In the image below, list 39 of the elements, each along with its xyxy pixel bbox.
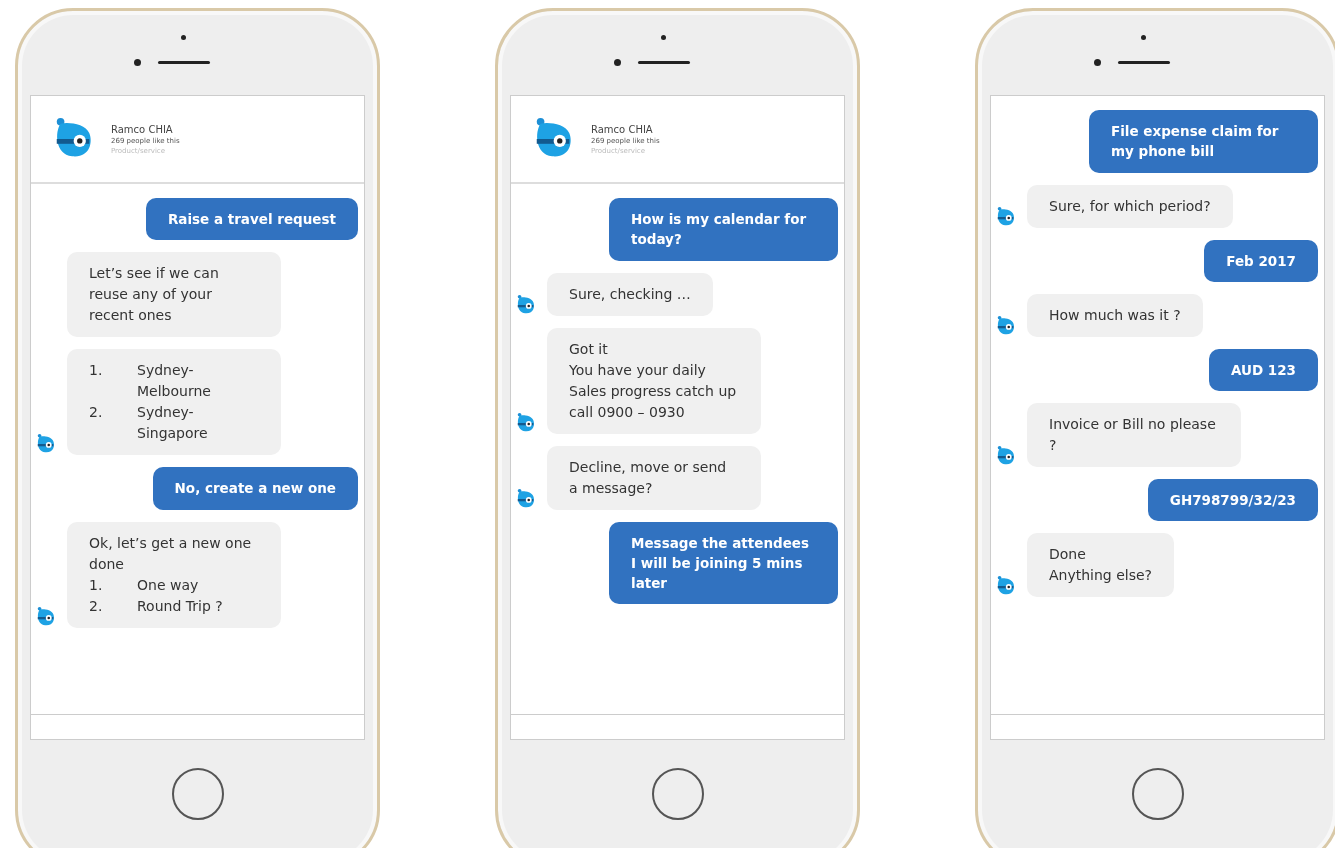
robot-icon [35,605,57,628]
page-name: Ramco CHIA [591,123,654,135]
user-message: Message the attendees I will be joining 5 mins later [609,521,838,605]
bot-message: Done Anything else? [1027,533,1175,598]
robot-icon [995,314,1017,337]
home-button[interactable] [651,768,704,820]
user-message: Raise a travel request [145,198,358,241]
bot-message: Let’s see if we can reuse any of your recent ones [67,252,281,338]
user-message: Feb 2017 [1204,239,1318,282]
robot-icon [515,487,537,510]
user-message: AUD 123 [1208,348,1318,391]
bot-message: Sure, for which period? [1027,184,1233,228]
bot-message: How much was it ? [1027,293,1203,337]
sensor-dot [1141,35,1146,40]
user-message: No, create a new one [152,467,358,510]
robot-icon [995,205,1017,228]
page-name: Ramco CHIA [111,123,174,135]
camera-dot [1094,59,1101,66]
bot-message: Sure, checking … [547,272,713,316]
sensor-dot [661,35,666,40]
bot-message: Got it You have your daily Sales progress catch up call 0900 – 0930 [547,327,761,434]
bot-message: Ok, let’s get a new one done 1. One way 2. Round Trip ? [67,521,281,628]
sensor-dot [181,35,186,40]
user-message: File expense claim for my phone bill [1089,110,1318,173]
bot-message: 1. Sydney-Melbourne 2. Sydney-Singapore [67,349,281,456]
speaker-grille [638,61,690,64]
speaker-grille [1118,61,1170,64]
robot-icon [995,445,1017,467]
robot-icon [515,411,537,434]
camera-dot [134,59,141,66]
speaker-grille [158,61,210,64]
home-button[interactable] [1131,768,1184,820]
user-message: How is my calendar for today? [609,198,838,261]
user-message: GH798799/32/23 [1147,479,1318,522]
home-button[interactable] [171,768,224,820]
robot-icon [515,293,537,316]
bot-message: Invoice or Bill no please ? [1027,403,1241,467]
camera-dot [614,59,621,66]
bot-message: Decline, move or send a message? [547,445,761,510]
